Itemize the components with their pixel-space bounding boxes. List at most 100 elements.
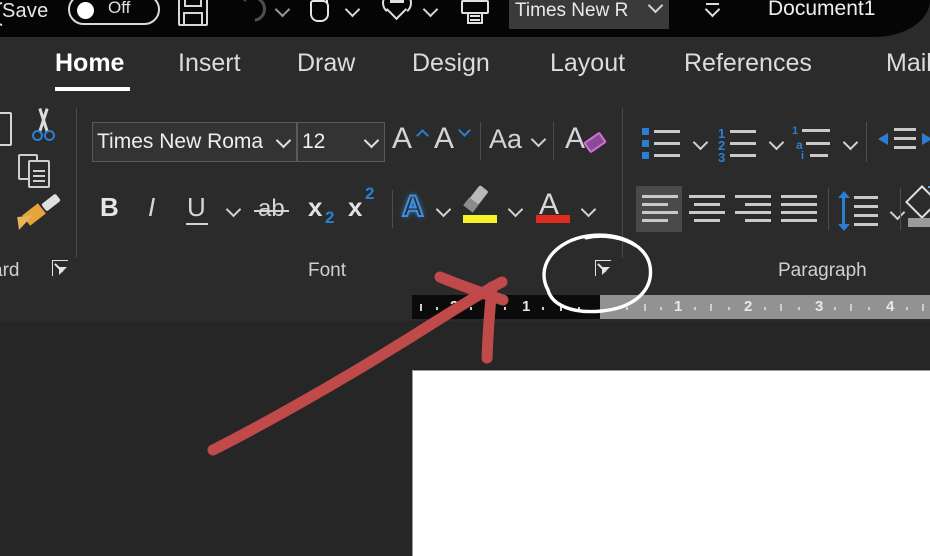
change-case-chevron-down-icon[interactable]	[531, 133, 547, 149]
subscript-button[interactable]: x	[308, 192, 322, 223]
ruler-number-3: 3	[815, 298, 824, 315]
multilevel-list-button[interactable]: 1 a i	[792, 125, 838, 162]
tab-draw[interactable]: Draw	[297, 49, 355, 78]
text-effects-chevron-down-icon[interactable]	[436, 203, 452, 219]
multilevel-item-i: i	[801, 150, 805, 162]
clipboard-font-divider	[76, 108, 77, 258]
tab-mailings[interactable]: Mailin	[886, 49, 930, 78]
font-divider-1	[480, 122, 481, 160]
font-size-chevron-down-icon	[364, 134, 380, 150]
horizontal-ruler[interactable]: 2 1 1 2 3 4	[412, 295, 930, 319]
ruler-number-1: 1	[674, 298, 683, 315]
numbering-chevron-down-icon[interactable]	[769, 136, 785, 152]
font-name-combobox[interactable]: Times New Roma	[92, 122, 297, 162]
paragraph-group-label: Paragraph	[778, 260, 867, 281]
undo-chevron-down-icon[interactable]	[276, 4, 290, 18]
clear-formatting-button[interactable]: A	[565, 122, 585, 156]
redo-chevron-down-icon[interactable]	[346, 4, 360, 18]
highlight-marker-icon[interactable]	[463, 184, 498, 216]
clipboard-dialog-launcher[interactable]	[52, 260, 72, 280]
superscript-digit: 2	[365, 184, 375, 203]
multilevel-chevron-down-icon[interactable]	[843, 136, 859, 152]
tab-design[interactable]: Design	[412, 49, 490, 78]
redo-icon[interactable]	[304, 0, 338, 30]
font-size-combobox[interactable]: 12	[297, 122, 385, 162]
more-options-icon[interactable]	[700, 0, 726, 26]
line-spacing-button[interactable]	[838, 191, 888, 231]
align-right-button[interactable]	[730, 186, 776, 232]
ruler-number-left-1: 1	[522, 298, 531, 315]
subscript-digit: 2	[325, 208, 335, 227]
touch-mouse-mode-icon[interactable]	[378, 0, 416, 32]
font-color-bar	[536, 215, 570, 223]
grow-font-caret-up-icon	[416, 128, 430, 142]
undo-icon[interactable]	[234, 0, 272, 28]
bold-button[interactable]: B	[100, 192, 119, 223]
font-divider-3	[392, 190, 393, 228]
touch-mode-chevron-down-icon[interactable]	[424, 4, 438, 18]
tab-home[interactable]: Home	[55, 49, 124, 78]
grow-font-button[interactable]: A	[392, 122, 412, 156]
ribbon-body: ard Times New Roma 12 A A Aa A B I	[0, 100, 930, 293]
print-icon[interactable]	[460, 0, 492, 30]
font-color-chevron-down-icon[interactable]	[581, 203, 597, 219]
underline-chevron-down-icon[interactable]	[226, 203, 242, 219]
line-spacing-chevron-down-icon[interactable]	[890, 206, 906, 222]
numbering-item-3: 3	[718, 150, 726, 165]
highlight-color-bar	[463, 215, 497, 223]
titlebar-font-chevron-down-icon	[649, 0, 663, 14]
italic-button[interactable]: I	[148, 192, 155, 223]
tab-references[interactable]: References	[684, 49, 812, 78]
justify-button[interactable]	[776, 186, 822, 232]
ruler-number-left-2: 2	[450, 298, 459, 315]
font-name-value: Times New Roma	[97, 130, 264, 153]
numbering-button[interactable]: 1 2 3	[718, 126, 764, 164]
format-painter-icon[interactable]	[17, 193, 66, 240]
paste-button[interactable]	[0, 108, 24, 156]
autosave-label: Save	[2, 0, 49, 22]
align-left-button[interactable]	[636, 186, 682, 232]
titlebar-font-value: Times New R	[515, 0, 629, 21]
align-center-button[interactable]	[684, 186, 730, 232]
shrink-font-button[interactable]: A	[434, 122, 454, 156]
underline-bar	[186, 223, 208, 226]
paragraph-divider-3	[900, 188, 901, 230]
ruler-left-margin-zone	[412, 295, 600, 319]
paragraph-divider-2	[828, 188, 829, 230]
bullets-chevron-down-icon[interactable]	[693, 136, 709, 152]
change-case-button[interactable]: Aa	[489, 124, 522, 155]
font-group-label: Font	[308, 260, 347, 281]
strikethrough-button[interactable]: ab	[258, 195, 285, 223]
document-title: Document1	[768, 0, 876, 20]
titlebar-font-dropdown[interactable]: Times New R	[509, 0, 669, 29]
paragraph-divider-1	[866, 122, 867, 162]
highlight-chevron-down-icon[interactable]	[508, 203, 524, 219]
font-dialog-launcher[interactable]	[595, 260, 615, 280]
decrease-indent-button[interactable]	[878, 126, 918, 156]
increase-indent-button[interactable]	[922, 126, 930, 156]
clear-formatting-eraser-icon	[583, 131, 607, 154]
tab-layout[interactable]: Layout	[550, 49, 625, 78]
copy-icon[interactable]	[18, 154, 64, 196]
ruler-number-4: 4	[886, 298, 895, 315]
text-effects-button[interactable]: A	[401, 189, 425, 224]
font-divider-2	[553, 122, 554, 160]
ribbon-tab-bar: Home Insert Draw Design Layout Reference…	[0, 37, 930, 100]
save-icon[interactable]	[176, 0, 212, 32]
font-paragraph-divider	[622, 108, 623, 258]
strikethrough-line	[254, 210, 289, 213]
tab-insert[interactable]: Insert	[178, 49, 241, 78]
document-canvas	[0, 321, 930, 556]
document-page[interactable]	[412, 370, 930, 556]
tab-home-active-underline	[55, 87, 130, 91]
autosave-toggle-knob	[77, 2, 94, 19]
bullets-button[interactable]	[642, 126, 688, 160]
title-bar: Save Off Times New R Document1	[0, 0, 930, 37]
underline-button[interactable]: U	[187, 192, 206, 223]
superscript-button[interactable]: x	[348, 192, 362, 223]
clipboard-group-label: ard	[0, 260, 20, 281]
shading-button[interactable]	[905, 185, 930, 232]
cut-scissors-icon[interactable]	[22, 108, 64, 150]
multilevel-item-1: 1	[792, 125, 799, 137]
autosave-toggle[interactable]: Off	[68, 0, 160, 25]
